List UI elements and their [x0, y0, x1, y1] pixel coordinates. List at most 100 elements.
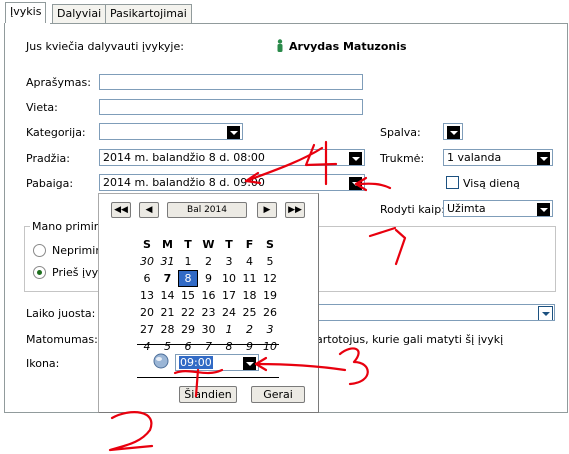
- calendar-day[interactable]: 1: [178, 253, 198, 270]
- organizer-name: Arvydas Matuzonis: [289, 40, 407, 53]
- tab-recurrence[interactable]: Pasikartojimai: [105, 4, 192, 23]
- description-input[interactable]: [99, 74, 363, 90]
- today-button[interactable]: Šiandien: [179, 386, 237, 403]
- calendar-day[interactable]: 20: [137, 304, 157, 321]
- weekday-header: F: [245, 238, 254, 251]
- chevron-down-icon[interactable]: [536, 151, 551, 165]
- calendar-day[interactable]: 14: [158, 287, 178, 304]
- calendar-day[interactable]: 13: [137, 287, 157, 304]
- calendar-day[interactable]: 16: [199, 287, 219, 304]
- prev-year-button[interactable]: ◀◀: [111, 202, 131, 218]
- person-icon: [276, 39, 284, 53]
- chevron-down-icon[interactable]: [242, 356, 257, 370]
- calendar-day[interactable]: 30: [137, 253, 157, 270]
- calendar-day[interactable]: 25: [240, 304, 260, 321]
- visibility-text: artotojus, kurie gali matyti šį įvykį: [316, 333, 504, 346]
- visibility-label: Matomumas:: [26, 333, 98, 346]
- weekday-header: W: [202, 238, 215, 251]
- calendar-day[interactable]: 27: [137, 321, 157, 338]
- weekday-header: S: [266, 238, 274, 251]
- location-label: Vieta:: [26, 101, 58, 114]
- calendar-day[interactable]: 15: [178, 287, 198, 304]
- calendar-day[interactable]: 30: [199, 321, 219, 338]
- calendar-day[interactable]: 5: [260, 253, 280, 270]
- show-as-select[interactable]: Užimta: [443, 200, 553, 217]
- calendar-day[interactable]: 31: [158, 253, 178, 270]
- calendar-day[interactable]: 7: [158, 270, 178, 287]
- calendar-day[interactable]: 10: [219, 270, 239, 287]
- chevron-down-icon[interactable]: [538, 306, 553, 320]
- before-event-label: Prieš įvyk: [52, 266, 105, 279]
- calendar-day[interactable]: 8: [219, 338, 239, 355]
- chevron-down-icon[interactable]: [348, 151, 363, 165]
- chevron-down-icon[interactable]: [348, 176, 363, 190]
- all-day-checkbox[interactable]: [446, 176, 459, 189]
- date-picker-popup: ◀◀ ◀ Bal 2014 ▶ ▶▶ S M T W T F S 30 31 1 2 3 4 5 6 7 8 9 1…: [98, 193, 319, 413]
- category-label: Kategorija:: [26, 126, 86, 139]
- calendar-day[interactable]: 3: [219, 253, 239, 270]
- weekday-header: T: [184, 238, 192, 251]
- next-year-button[interactable]: ▶▶: [285, 202, 305, 218]
- chevron-down-icon[interactable]: [226, 125, 241, 139]
- calendar-day[interactable]: 26: [260, 304, 280, 321]
- duration-select[interactable]: 1 valanda: [443, 149, 553, 166]
- selected-day[interactable]: 8: [178, 270, 198, 287]
- weekday-header: M: [162, 238, 173, 251]
- weekday-header: S: [143, 238, 151, 251]
- tab-participants[interactable]: Dalyviai: [52, 4, 107, 23]
- time-strip-label: Laiko juosta:: [26, 307, 96, 320]
- chevron-down-icon[interactable]: [536, 202, 551, 216]
- calendar-day[interactable]: 2: [199, 253, 219, 270]
- calendar-day[interactable]: 22: [178, 304, 198, 321]
- end-label: Pabaiga:: [26, 177, 74, 190]
- color-select[interactable]: [443, 123, 463, 140]
- color-label: Spalva:: [380, 126, 421, 139]
- calendar-day[interactable]: 12: [260, 270, 280, 287]
- start-value: 2014 m. balandžio 8 d. 08:00: [103, 151, 265, 164]
- calendar-day[interactable]: 7: [199, 338, 219, 355]
- calendar-day[interactable]: 3: [260, 321, 280, 338]
- chevron-down-icon[interactable]: [446, 125, 461, 139]
- calendar-day[interactable]: 18: [240, 287, 260, 304]
- time-strip-select[interactable]: [305, 304, 555, 321]
- month-label[interactable]: Bal 2014: [167, 202, 247, 218]
- calendar-day[interactable]: 2: [240, 321, 260, 338]
- calendar-day[interactable]: 9: [240, 338, 260, 355]
- category-select[interactable]: [99, 123, 243, 140]
- no-reminder-radio[interactable]: [33, 244, 46, 257]
- calendar-day[interactable]: 6: [178, 338, 198, 355]
- calendar-day[interactable]: 17: [219, 287, 239, 304]
- end-select[interactable]: 2014 m. balandžio 8 d. 09:00: [99, 174, 365, 191]
- calendar-day[interactable]: 4: [240, 253, 260, 270]
- end-value: 2014 m. balandžio 8 d. 09:00: [103, 176, 265, 189]
- start-label: Pradžia:: [26, 152, 70, 165]
- next-month-button[interactable]: ▶: [257, 202, 277, 218]
- calendar-day[interactable]: 9: [199, 270, 219, 287]
- time-value: 09:00: [179, 356, 213, 369]
- start-select[interactable]: 2014 m. balandžio 8 d. 08:00: [99, 149, 365, 166]
- show-as-label: Rodyti kaip:: [380, 203, 445, 216]
- description-label: Aprašymas:: [26, 76, 91, 89]
- calendar-day[interactable]: 19: [260, 287, 280, 304]
- invite-label: Jus kviečia dalyvauti įvykyje:: [26, 40, 184, 53]
- calendar-day[interactable]: 28: [158, 321, 178, 338]
- calendar-day[interactable]: 11: [240, 270, 260, 287]
- tab-event[interactable]: Įvykis: [5, 2, 47, 25]
- show-as-value: Užimta: [447, 202, 486, 215]
- icon-label: Ikona:: [26, 357, 60, 370]
- before-event-radio[interactable]: [33, 266, 46, 279]
- calendar-day[interactable]: 24: [219, 304, 239, 321]
- calendar-day[interactable]: 29: [178, 321, 198, 338]
- calendar-day[interactable]: 23: [199, 304, 219, 321]
- time-select[interactable]: 09:00: [175, 354, 259, 371]
- ok-button[interactable]: Gerai: [251, 386, 305, 403]
- calendar-day[interactable]: 10: [260, 338, 280, 355]
- calendar-day[interactable]: 21: [158, 304, 178, 321]
- calendar-day[interactable]: 6: [137, 270, 157, 287]
- prev-month-button[interactable]: ◀: [139, 202, 159, 218]
- calendar-day[interactable]: 1: [219, 321, 239, 338]
- duration-value: 1 valanda: [447, 151, 502, 164]
- location-input[interactable]: [99, 99, 363, 115]
- duration-label: Trukmė:: [380, 152, 425, 165]
- globe-icon: [153, 353, 169, 369]
